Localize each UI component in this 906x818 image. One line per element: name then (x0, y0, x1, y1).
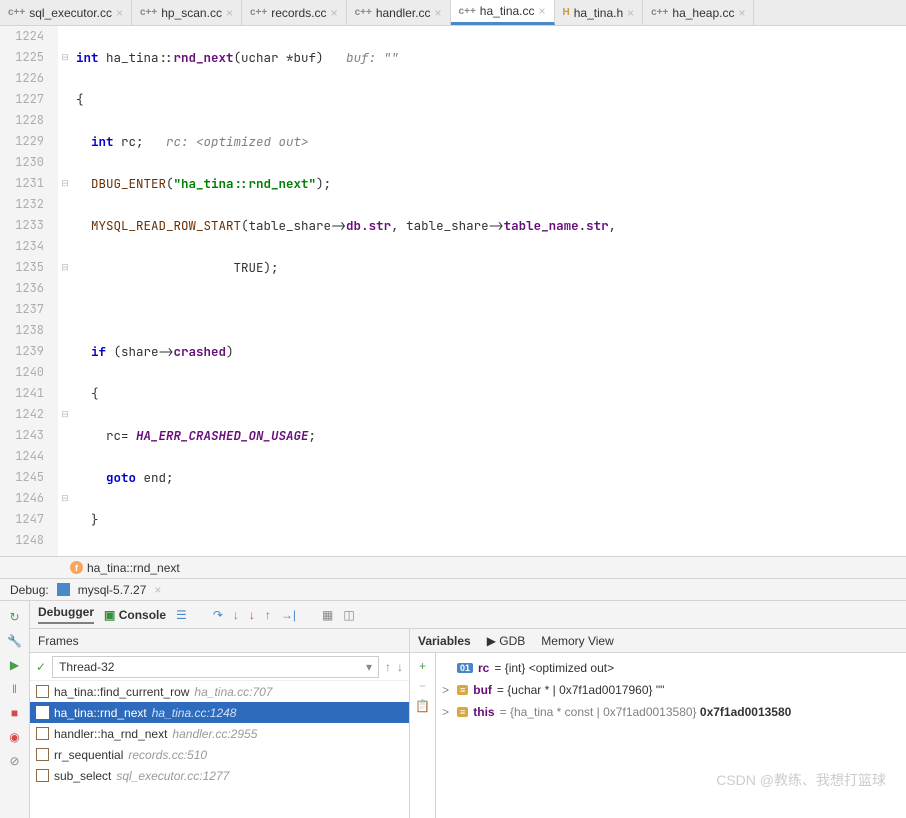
debug-panel: ↻ 🔧 ▶ ‖ ■ ◉ ⊘ Debugger ▣ Console ☰ ↷ ↓ ↓… (0, 600, 906, 818)
tab-ha-heap[interactable]: c++ha_heap.cc× (643, 0, 754, 25)
close-icon[interactable]: × (226, 6, 233, 20)
add-watch-icon[interactable]: + (419, 659, 426, 673)
function-icon: f (70, 561, 83, 574)
config-icon (57, 583, 70, 596)
cpp-icon: c++ (8, 7, 25, 18)
tab-ha-tina-h[interactable]: Hha_tina.h× (555, 0, 644, 25)
frames-panel: Frames ✓ Thread-32▾ ↑ ↓ ha_tina::find_cu… (30, 629, 410, 818)
cpp-icon: c++ (459, 6, 476, 17)
debug-config[interactable]: mysql-5.7.27 (78, 583, 147, 597)
tab-records[interactable]: c++records.cc× (242, 0, 347, 25)
cpp-icon: c++ (651, 7, 668, 18)
frames-header: Frames (30, 629, 409, 653)
tab-hp-scan[interactable]: c++hp_scan.cc× (132, 0, 242, 25)
tab-variables[interactable]: Variables (418, 634, 471, 648)
var-list: 01 rc = {int} <optimized out> >≡ buf = {… (436, 653, 906, 818)
frame-item[interactable]: ha_tina::find_current_row ha_tina.cc:707 (30, 681, 409, 702)
close-icon[interactable]: × (738, 6, 745, 20)
h-icon: H (563, 7, 570, 18)
frame-list: ha_tina::find_current_row ha_tina.cc:707… (30, 681, 409, 818)
close-icon[interactable]: × (116, 6, 123, 20)
step-over-icon[interactable]: ↷ (213, 608, 223, 622)
frame-item[interactable]: rr_sequential records.cc:510 (30, 744, 409, 765)
cpp-icon: c++ (140, 7, 157, 18)
cpp-icon: c++ (355, 7, 372, 18)
chevron-down-icon: ▾ (366, 660, 372, 674)
tab-ha-tina-cc[interactable]: c++ha_tina.cc× (451, 0, 555, 25)
frame-icon (36, 685, 49, 698)
resume-icon[interactable]: ▶ (7, 657, 23, 673)
var-row[interactable]: >≡ buf = {uchar * | 0x7f1ad0017960} "" (442, 679, 900, 701)
close-icon[interactable]: × (627, 6, 634, 20)
debug-toolbar: ↻ 🔧 ▶ ‖ ■ ◉ ⊘ (0, 601, 30, 818)
step-out-icon[interactable]: ↑ (265, 608, 271, 622)
frame-item[interactable]: sub_select sql_executor.cc:1277 (30, 765, 409, 786)
frame-icon (36, 706, 49, 719)
tab-debugger[interactable]: Debugger (38, 605, 94, 624)
frame-item[interactable]: ha_tina::rnd_next ha_tina.cc:1248 (30, 702, 409, 723)
frame-icon (36, 748, 49, 761)
editor-tabs: c++sql_executor.cc× c++hp_scan.cc× c++re… (0, 0, 906, 26)
frame-icon (36, 769, 49, 782)
thread-selector[interactable]: Thread-32▾ (52, 656, 379, 678)
tab-sql-executor[interactable]: c++sql_executor.cc× (0, 0, 132, 25)
step-into-icon[interactable]: ↓ (233, 608, 239, 622)
frame-icon (36, 727, 49, 740)
close-icon[interactable]: × (539, 4, 546, 18)
debug-label: Debug: (10, 583, 49, 597)
close-icon[interactable]: × (435, 6, 442, 20)
evaluate-icon[interactable]: ▦ (322, 608, 333, 622)
debug-sub-tabs: Debugger ▣ Console ☰ ↷ ↓ ↓ ↑ →| ▦ ◫ (30, 601, 906, 629)
layout-icon[interactable]: ◫ (343, 608, 354, 622)
debug-bar: Debug: mysql-5.7.27 × (0, 578, 906, 600)
editor[interactable]: 1224122512261227122812291230123112321233… (0, 26, 906, 556)
close-icon[interactable]: × (154, 583, 161, 597)
dup-watch-icon[interactable]: 📋 (415, 699, 430, 713)
variables-panel: Variables ▶ GDB Memory View + − 📋 01 rc … (410, 629, 906, 818)
stop-icon[interactable]: ■ (7, 705, 23, 721)
prev-frame-icon[interactable]: ↑ (385, 660, 391, 674)
code-area[interactable]: int ha_tina::rnd_next(uchar *buf) buf: "… (72, 26, 906, 556)
breadcrumb-text: ha_tina::rnd_next (87, 561, 180, 575)
pause-icon[interactable]: ‖ (7, 681, 23, 697)
tab-gdb[interactable]: ▶ GDB (487, 634, 526, 648)
cpp-icon: c++ (250, 7, 267, 18)
var-row[interactable]: 01 rc = {int} <optimized out> (442, 657, 900, 679)
breadcrumb[interactable]: f ha_tina::rnd_next (0, 556, 906, 578)
line-gutter: 1224122512261227122812291230123112321233… (0, 26, 58, 556)
view-bp-icon[interactable]: ◉ (7, 729, 23, 745)
next-frame-icon[interactable]: ↓ (397, 660, 403, 674)
fold-column: ⊟⊟⊟⊟⊟ (58, 26, 72, 556)
frame-item[interactable]: handler::ha_rnd_next handler.cc:2955 (30, 723, 409, 744)
tab-console[interactable]: ▣ Console (104, 608, 166, 622)
force-step-into-icon[interactable]: ↓ (249, 608, 255, 622)
wrench-icon[interactable]: 🔧 (7, 633, 23, 649)
frames-icon[interactable]: ☰ (176, 608, 187, 622)
tab-handler[interactable]: c++handler.cc× (347, 0, 451, 25)
var-row[interactable]: >≡ this = {ha_tina * const | 0x7f1ad0013… (442, 701, 900, 723)
close-icon[interactable]: × (331, 6, 338, 20)
check-icon: ✓ (36, 660, 46, 674)
run-to-cursor-icon[interactable]: →| (281, 608, 296, 622)
var-toolbar: + − 📋 (410, 653, 436, 818)
rerun-icon[interactable]: ↻ (7, 609, 23, 625)
mute-bp-icon[interactable]: ⊘ (7, 753, 23, 769)
tab-memory[interactable]: Memory View (541, 634, 613, 648)
remove-watch-icon[interactable]: − (419, 679, 426, 693)
